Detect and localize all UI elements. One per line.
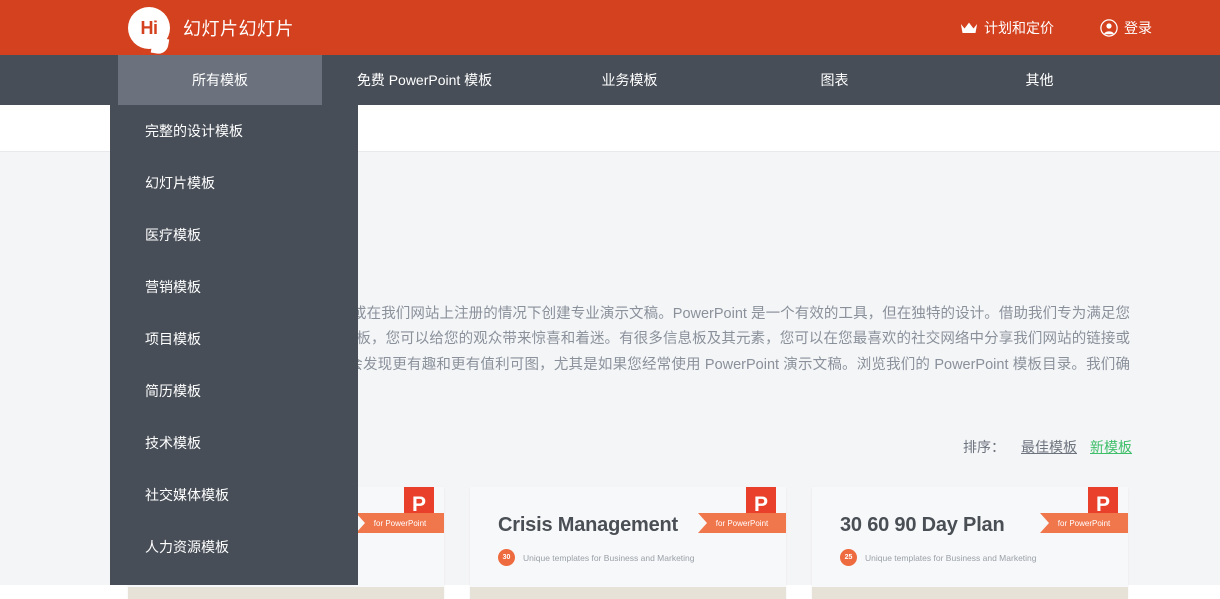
template-card[interactable]: 30 60 90 Day Plan 25 Unique templates fo…	[812, 487, 1128, 599]
template-card-subtext: Unique templates for Business and Market…	[523, 552, 695, 563]
sort-label: 排序：	[963, 439, 1005, 455]
dropdown-item-hr-templates[interactable]: 人力资源模板	[110, 521, 358, 573]
header-actions: 计划和定价 登录	[960, 0, 1220, 55]
nav-item-charts[interactable]: 图表	[732, 55, 937, 105]
all-templates-dropdown-menu: 完整的设计模板 幻灯片模板 医疗模板 营销模板 项目模板 简历模板 技术模板 社…	[110, 105, 358, 585]
template-card-subtext: Unique templates for Business and Market…	[865, 552, 1037, 563]
login-label: 登录	[1124, 19, 1152, 36]
for-powerpoint-ribbon: for PowerPoint	[1040, 513, 1128, 533]
dropdown-item-resume-templates[interactable]: 简历模板	[110, 365, 358, 417]
dropdown-item-project-templates[interactable]: 项目模板	[110, 313, 358, 365]
sort-bar: 排序： 最佳模板 新模板	[963, 437, 1132, 457]
dropdown-item-marketing-templates[interactable]: 营销模板	[110, 261, 358, 313]
card-bottom-strip	[128, 587, 444, 599]
logo-text: Hi	[140, 17, 159, 38]
sort-option-new[interactable]: 新模板	[1090, 437, 1132, 457]
nav-item-other[interactable]: 其他	[937, 55, 1142, 105]
template-count-badge: 25	[840, 549, 857, 566]
dropdown-item-complete-design-templates[interactable]: 完整的设计模板	[110, 105, 358, 157]
crown-icon	[960, 21, 978, 35]
template-card[interactable]: Crisis Management 30 Unique templates fo…	[470, 487, 786, 599]
site-header: Hi 幻灯片幻灯片 计划和定价 登录	[0, 0, 1220, 55]
dropdown-item-slide-templates[interactable]: 幻灯片模板	[110, 157, 358, 209]
brand-name: 幻灯片幻灯片	[183, 18, 294, 39]
for-powerpoint-ribbon: for PowerPoint	[698, 513, 786, 533]
template-count-badge: 30	[498, 549, 515, 566]
user-circle-icon	[1100, 18, 1118, 37]
login-link[interactable]: 登录	[1100, 18, 1152, 38]
dropdown-item-social-media-templates[interactable]: 社交媒体模板	[110, 469, 358, 521]
card-bottom-strip	[470, 587, 786, 599]
plans-and-pricing-label: 计划和定价	[984, 19, 1054, 36]
brand-logo-group[interactable]: Hi 幻灯片幻灯片	[128, 4, 294, 51]
template-card-title: 30 60 90 Day Plan	[840, 514, 1005, 536]
nav-item-free-powerpoint-templates[interactable]: 免费 PowerPoint 模板	[322, 55, 527, 105]
nav-item-list: 所有模板 免费 PowerPoint 模板 业务模板 图表 其他	[0, 55, 1142, 105]
dropdown-item-technology-templates[interactable]: 技术模板	[110, 417, 358, 469]
nav-item-business-templates[interactable]: 业务模板	[527, 55, 732, 105]
dropdown-item-medical-templates[interactable]: 医疗模板	[110, 209, 358, 261]
for-powerpoint-ribbon: for PowerPoint	[356, 513, 444, 533]
template-card-subline: 30 Unique templates for Business and Mar…	[498, 549, 695, 566]
template-card-title: Crisis Management	[498, 514, 678, 536]
sort-option-best[interactable]: 最佳模板	[1021, 437, 1077, 457]
main-navigation-bar: 所有模板 免费 PowerPoint 模板 业务模板 图表 其他	[0, 55, 1220, 105]
plans-and-pricing-link[interactable]: 计划和定价	[960, 18, 1054, 38]
speech-bubble-icon: Hi	[128, 6, 170, 49]
nav-item-all-templates[interactable]: 所有模板	[118, 55, 322, 105]
card-bottom-strip	[812, 587, 1128, 599]
template-card-subline: 25 Unique templates for Business and Mar…	[840, 549, 1037, 566]
